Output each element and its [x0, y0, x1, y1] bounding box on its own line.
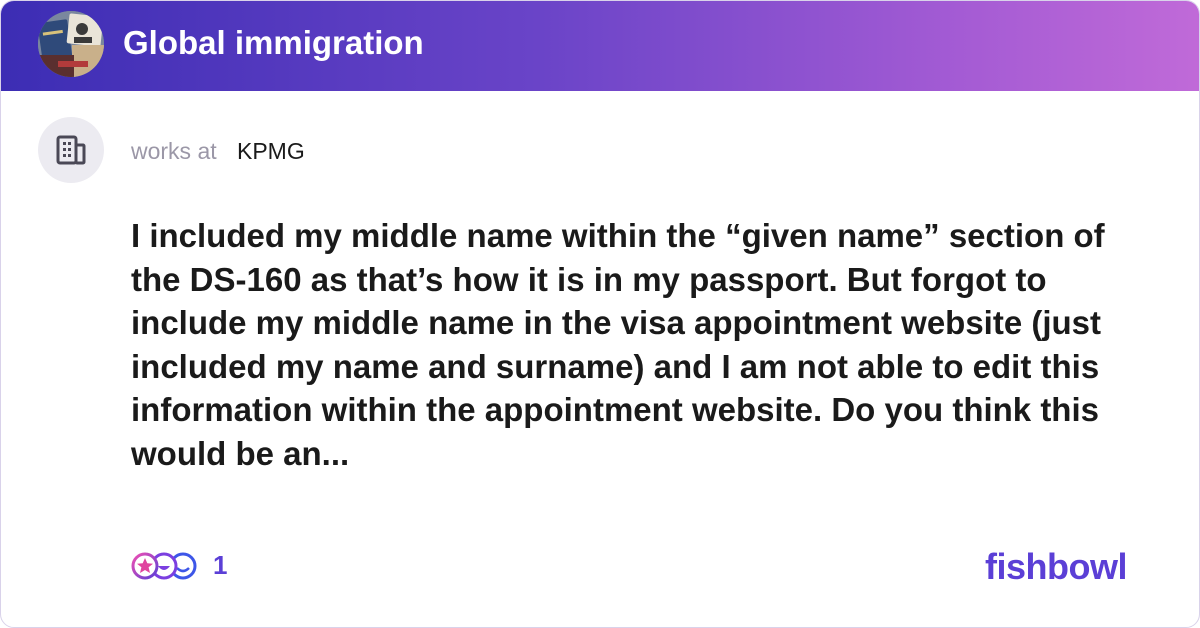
bowl-header: Global immigration — [1, 1, 1199, 91]
office-building-icon — [38, 117, 104, 183]
reaction-icons[interactable] — [131, 549, 201, 583]
reaction-count[interactable]: 1 — [213, 550, 227, 580]
bowl-title[interactable]: Global immigration — [123, 23, 424, 63]
post-card[interactable]: Global immigration works at KPMG I inclu… — [0, 0, 1200, 628]
fishbowl-logo[interactable]: fishbowl — [985, 545, 1128, 589]
star-reaction-icon — [131, 552, 159, 580]
post-text[interactable]: I included my middle name within the “gi… — [131, 214, 1161, 475]
works-at-label: works at — [131, 138, 217, 164]
company-name[interactable]: KPMG — [237, 137, 305, 165]
passport-collage-icon[interactable] — [38, 11, 104, 77]
